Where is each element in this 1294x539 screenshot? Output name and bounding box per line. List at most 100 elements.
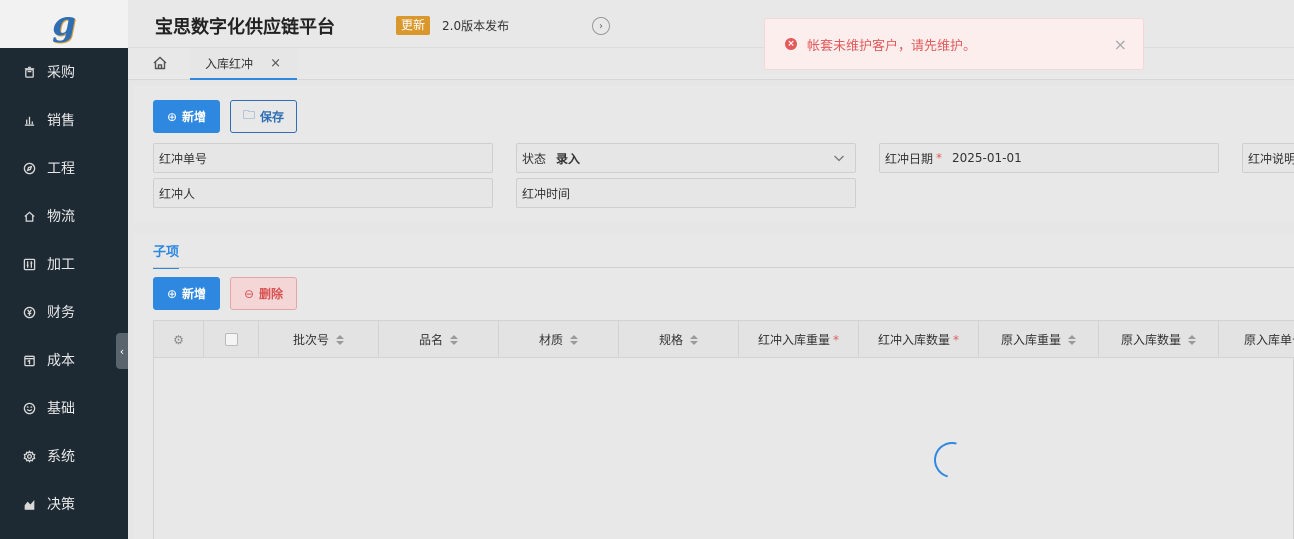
column-settings-cell[interactable]: ⚙ <box>154 321 204 358</box>
column-header[interactable]: 材质 <box>499 321 619 358</box>
save-button[interactable]: 🗀 保存 <box>230 100 297 133</box>
chevron-left-icon: ‹ <box>119 344 125 358</box>
sort-icon[interactable] <box>690 334 698 345</box>
sidebar-item-label: 工程 <box>47 161 75 177</box>
save-button-label: 保存 <box>260 110 285 124</box>
plus-circle-icon: ⊕ <box>166 286 178 301</box>
tab-child-items[interactable]: 子项 <box>153 241 180 269</box>
column-header[interactable]: 批次号 <box>259 321 379 358</box>
column-header[interactable]: 红冲入库数量 * <box>859 321 979 358</box>
status-value: 录入 <box>556 151 581 166</box>
chevron-down-icon <box>833 152 845 167</box>
sidebar-item-purchase[interactable]: 采购 <box>0 48 128 96</box>
table-header: ⚙ 批次号 品名 材质 规格 红冲入库重量 * 红冲入库数量 * 原入库重量 原… <box>154 321 1294 358</box>
red-reversal-person-field[interactable]: 红冲人 <box>153 178 493 208</box>
sidebar-item-processing[interactable]: 加工 <box>0 240 128 288</box>
sort-icon[interactable] <box>1188 334 1196 345</box>
sort-icon[interactable] <box>450 334 458 345</box>
select-all-checkbox[interactable] <box>224 333 238 346</box>
field-label: 红冲单号 <box>159 151 208 166</box>
sidebar-item-basic[interactable]: 基础 <box>0 384 128 432</box>
tab-label: 入库红冲 <box>205 56 254 71</box>
red-reversal-date-field[interactable]: 红冲日期 * 2025-01-01 <box>879 143 1219 173</box>
error-toast: × 帐套未维护客户，请先维护。 × <box>764 18 1144 70</box>
update-announcement[interactable]: 2.0版本发布 <box>442 17 509 34</box>
sidebar-item-label: 加工 <box>47 257 75 273</box>
field-label: 红冲人 <box>159 186 196 201</box>
sidebar-item-label: 销售 <box>47 113 75 129</box>
minus-circle-icon: ⊖ <box>243 286 255 301</box>
column-label: 规格 <box>658 333 683 347</box>
status-select[interactable]: 状态 录入 <box>516 143 856 173</box>
sidebar-item-decision[interactable]: 决策 <box>0 480 128 528</box>
toast-message: 帐套未维护客户，请先维护。 <box>807 38 977 54</box>
header-form: ⊕ 新增 🗀 保存 红冲单号 状态 录入 红冲日期 * 2025-01-01 红… <box>133 85 1294 223</box>
close-icon[interactable]: × <box>1114 35 1127 54</box>
announcement-next-button[interactable]: › <box>592 17 610 35</box>
column-header[interactable]: 原入库重量 <box>979 321 1099 358</box>
bar-chart-icon <box>22 113 36 127</box>
column-header[interactable]: 原入库数量 <box>1099 321 1219 358</box>
divider <box>153 267 1294 268</box>
app-logo[interactable]: g <box>0 0 128 48</box>
add-button-label: 新增 <box>182 110 207 124</box>
sidebar-item-label: 财务 <box>47 305 75 321</box>
select-all-cell[interactable] <box>204 321 259 358</box>
sort-icon[interactable] <box>570 334 578 345</box>
home-icon <box>152 56 168 74</box>
field-label: 红冲说明 <box>1248 151 1294 166</box>
error-icon: × <box>785 38 797 50</box>
update-badge: 更新 <box>396 16 431 35</box>
field-label: 红冲日期 <box>885 151 934 166</box>
sort-icon[interactable] <box>1068 334 1076 345</box>
red-reversal-time-field[interactable]: 红冲时间 <box>516 178 856 208</box>
sidebar-item-logistics[interactable]: 物流 <box>0 192 128 240</box>
child-items-section: 子项 ⊕ 新增 ⊖ 删除 ⚙ 批次号 品名 材质 规格 红冲入库重量 * 红冲入… <box>133 233 1294 539</box>
column-header[interactable]: 原入库单号 <box>1219 321 1294 358</box>
settings-icon: ⚙ <box>173 332 184 347</box>
sidebar-item-engineering[interactable]: 工程 <box>0 144 128 192</box>
red-reversal-no-field[interactable]: 红冲单号 <box>153 143 493 173</box>
sliders-icon <box>22 257 36 271</box>
tab-home[interactable] <box>152 55 170 73</box>
home-icon <box>22 209 36 223</box>
column-header[interactable]: 红冲入库重量 * <box>739 321 859 358</box>
sidebar-item-label: 采购 <box>47 65 75 81</box>
sidebar-item-label: 基础 <box>47 401 75 417</box>
sidebar-item-finance[interactable]: 财务 <box>0 288 128 336</box>
field-label: 红冲时间 <box>522 186 571 201</box>
sidebar-item-label: 决策 <box>47 497 75 513</box>
loading-spinner <box>927 435 977 485</box>
required-marker: * <box>936 151 943 165</box>
delete-row-label: 删除 <box>259 287 284 301</box>
red-reversal-desc-field[interactable]: 红冲说明 <box>1242 143 1294 173</box>
sidebar-item-cost[interactable]: 成本 <box>0 336 128 384</box>
column-label: 品名 <box>418 333 443 347</box>
smile-icon <box>22 401 36 415</box>
area-chart-icon <box>22 497 36 511</box>
add-button[interactable]: ⊕ 新增 <box>153 100 220 133</box>
column-label: 原入库重量 <box>1000 333 1061 347</box>
sidebar-item-label: 物流 <box>47 209 75 225</box>
tab-warehouse-red-reversal[interactable]: 入库红冲 × <box>190 48 297 80</box>
column-label: 批次号 <box>292 333 329 347</box>
column-label: 原入库单号 <box>1244 333 1294 347</box>
sidebar-collapse-button[interactable]: ‹ <box>116 333 128 369</box>
sort-icon[interactable] <box>336 334 344 345</box>
field-label: 状态 <box>522 151 547 166</box>
sidebar-item-sales[interactable]: 销售 <box>0 96 128 144</box>
column-label: 原入库数量 <box>1120 333 1181 347</box>
close-icon[interactable]: × <box>270 56 281 71</box>
add-row-button[interactable]: ⊕ 新增 <box>153 277 220 310</box>
column-header[interactable]: 品名 <box>379 321 499 358</box>
delete-row-button[interactable]: ⊖ 删除 <box>230 277 297 310</box>
sidebar-item-label: 成本 <box>47 353 75 369</box>
column-header[interactable]: 规格 <box>619 321 739 358</box>
sidebar-item-system[interactable]: 系统 <box>0 432 128 480</box>
folder-icon: 🗀 <box>242 108 255 122</box>
column-label: 红冲入库重量 <box>757 333 830 347</box>
sidebar: 采购 销售 工程 物流 加工 财务 成本 基础 系统 决策 <box>0 48 128 539</box>
logo-mark: g <box>52 4 76 44</box>
child-items-table: ⚙ 批次号 品名 材质 规格 红冲入库重量 * 红冲入库数量 * 原入库重量 原… <box>153 320 1294 539</box>
gear-icon <box>22 449 36 463</box>
